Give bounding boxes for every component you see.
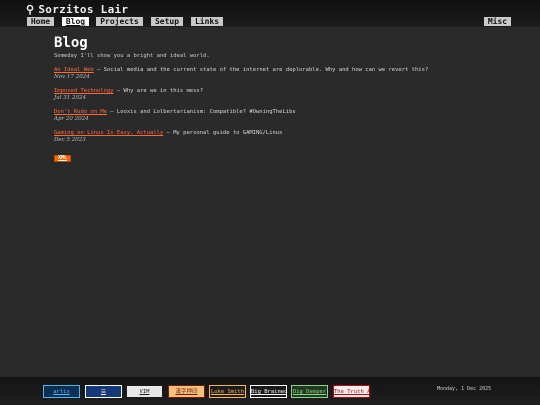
blog-post-item: Gaming on Linux Is Easy, Actually – My p…: [54, 130, 524, 144]
site-title[interactable]: ⚲ Sorzitos Lair: [26, 3, 128, 16]
badge-luke-smith[interactable]: Luke Smith: [209, 385, 246, 398]
page-subtitle: Someday I'll show you a bright and ideal…: [54, 53, 210, 59]
post-link[interactable]: Imposed Technology: [54, 88, 114, 94]
nav-home[interactable]: Home: [27, 17, 54, 26]
post-link[interactable]: Don't Rudo on Me: [54, 109, 107, 115]
badge-menu[interactable]: ☰: [85, 385, 122, 398]
post-date: Dec 5 2023: [54, 137, 86, 143]
badge-dig-deeper[interactable]: Dig Deeper: [291, 385, 328, 398]
nav-blog[interactable]: Blog: [62, 17, 89, 26]
post-description: – Social media and the current state of …: [93, 67, 429, 73]
main-content: Blog Someday I'll show you a bright and …: [54, 36, 524, 163]
site-title-text: Sorzitos Lair: [38, 3, 129, 16]
post-date: Jul 31 2024: [54, 95, 86, 101]
gear-glyph-icon: ⚲: [26, 3, 35, 16]
page-title: Blog: [54, 35, 88, 51]
footer-date: Monday, 1 Dec 2025: [437, 386, 492, 392]
post-link[interactable]: Gaming on Linux Is Easy, Actually: [54, 130, 163, 136]
post-date: Nov 17 2024: [54, 74, 90, 80]
blog-post-item: Don't Rudo on Me – Looxis and Lolbertari…: [54, 109, 524, 123]
post-description: – My personal guide to GAMING/Linux: [163, 130, 283, 136]
nav-projects[interactable]: Projects: [96, 17, 143, 26]
badge-the-truth[interactable]: The Truth About: [333, 385, 370, 398]
post-description: – Looxis and Lolbertarianism: Compatible…: [106, 109, 296, 115]
blog-post-item: An Ideal Web – Social media and the curr…: [54, 67, 524, 81]
site-header: ⚲ Sorzitos Lair Home Blog Projects Setup …: [0, 0, 540, 27]
nav-misc[interactable]: Misc: [484, 17, 511, 26]
blog-post-item: Imposed Technology – Why are we in this …: [54, 88, 524, 102]
post-date: Apr 20 2024: [54, 116, 89, 122]
site-footer: artix ☰ VIM 漢字押印 Luke Smith Big Brained …: [0, 377, 540, 405]
post-description: – Why are we in this mess?: [113, 88, 204, 94]
nav-setup[interactable]: Setup: [151, 17, 183, 26]
badge-artix[interactable]: artix: [43, 385, 80, 398]
badge-big-brained[interactable]: Big Brained: [250, 385, 287, 398]
badge-kanji[interactable]: 漢字押印: [168, 385, 205, 398]
badge-vim[interactable]: VIM: [126, 385, 163, 398]
post-link[interactable]: An Ideal Web: [54, 67, 94, 73]
rss-feed-badge[interactable]: XML: [54, 155, 72, 162]
nav-links[interactable]: Links: [191, 17, 223, 26]
